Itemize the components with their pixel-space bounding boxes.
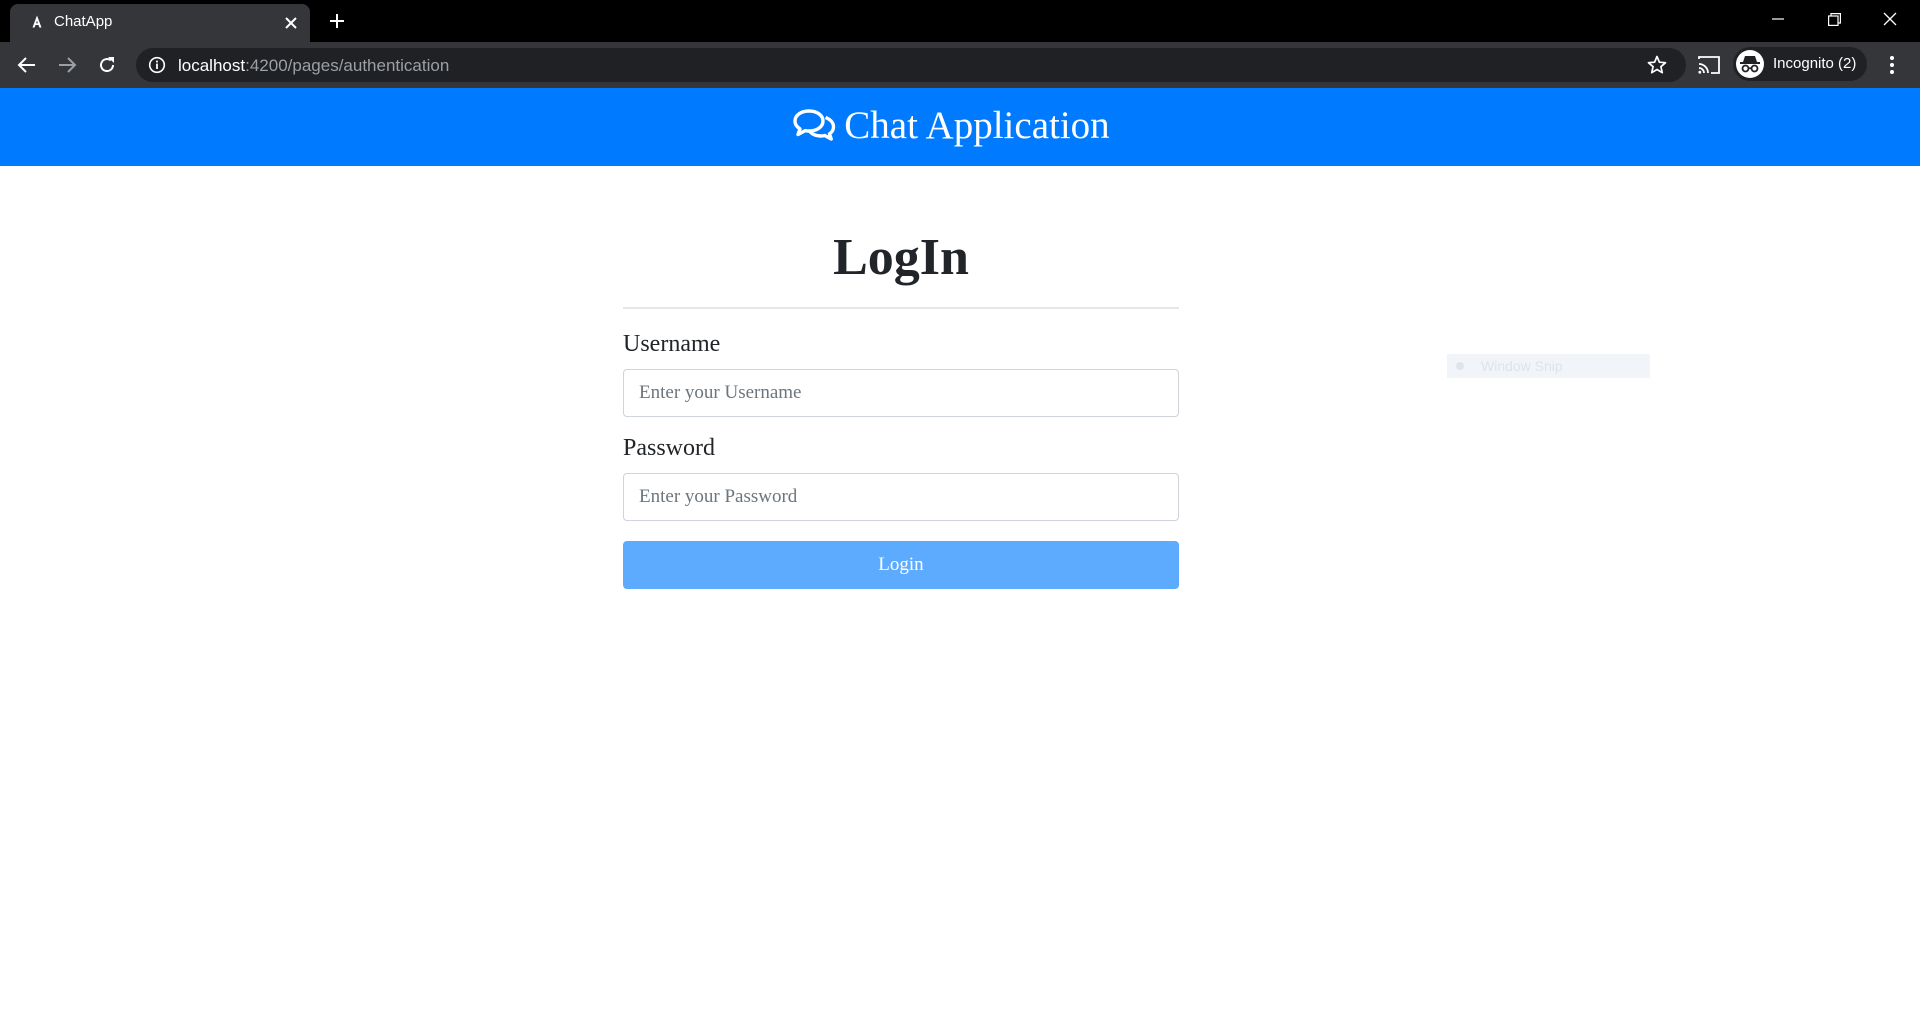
reload-button[interactable] <box>92 50 122 80</box>
restore-icon <box>1827 12 1841 26</box>
restore-button[interactable] <box>1806 0 1862 38</box>
info-icon[interactable] <box>148 56 166 74</box>
heading-divider <box>623 307 1179 309</box>
incognito-label: Incognito (2) <box>1773 55 1857 72</box>
arrow-left-icon <box>17 57 35 73</box>
reload-icon <box>100 57 115 73</box>
incognito-icon <box>1736 50 1764 78</box>
window-snip-overlay[interactable]: Window Snip <box>1447 354 1650 378</box>
app-header: Chat Application <box>0 88 1920 166</box>
new-tab-button[interactable] <box>324 8 350 34</box>
login-button[interactable]: Login <box>623 541 1179 589</box>
arrow-right-icon <box>59 57 77 73</box>
password-label: Password <box>623 435 716 461</box>
url-host: localhost <box>178 56 246 75</box>
comments-icon <box>793 109 836 141</box>
angular-logo-icon <box>29 14 45 32</box>
password-input[interactable] <box>623 473 1179 521</box>
cast-icon[interactable] <box>1697 54 1721 76</box>
more-options-icon[interactable] <box>1882 53 1902 77</box>
browser-toolbar: localhost:4200/pages/authentication Inco… <box>0 42 1920 88</box>
window-snip-label: Window Snip <box>1481 358 1563 374</box>
login-heading: LogIn <box>833 229 969 286</box>
plus-icon <box>330 14 344 28</box>
tab-close-button[interactable] <box>281 13 301 33</box>
minimize-button[interactable] <box>1750 0 1806 38</box>
incognito-profile-button[interactable]: Incognito (2) <box>1733 47 1867 81</box>
minimize-icon <box>1772 18 1784 20</box>
forward-button[interactable] <box>52 50 82 80</box>
tab-title: ChatApp <box>54 13 113 30</box>
username-label: Username <box>623 331 721 357</box>
close-window-button[interactable] <box>1862 0 1918 38</box>
address-bar[interactable]: localhost:4200/pages/authentication <box>136 48 1686 82</box>
close-icon <box>1883 12 1897 26</box>
browser-tabstrip: ChatApp <box>0 0 1920 42</box>
star-icon[interactable] <box>1646 54 1668 76</box>
login-card: LogIn Username Password Login <box>623 220 1179 589</box>
browser-tab-chatapp[interactable]: ChatApp <box>10 4 310 42</box>
app-brand: Chat Application <box>792 103 1110 148</box>
record-dot-icon <box>1456 362 1464 370</box>
app-title: Chat Application <box>844 103 1110 147</box>
url-path: :4200/pages/authentication <box>245 56 450 75</box>
url-text[interactable]: localhost:4200/pages/authentication <box>178 56 449 76</box>
close-icon <box>285 17 297 29</box>
username-input[interactable] <box>623 369 1179 417</box>
back-button[interactable] <box>12 50 42 80</box>
